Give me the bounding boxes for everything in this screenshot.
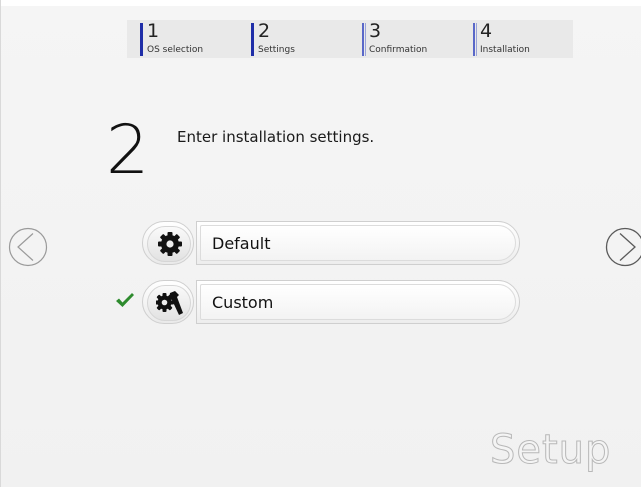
step-3: 3 Confirmation [349, 20, 460, 58]
option-default-label: Default [212, 234, 271, 253]
option-default-button[interactable]: Default [142, 221, 520, 265]
previous-button[interactable] [8, 227, 48, 267]
option-custom-button[interactable]: Custom [142, 280, 520, 324]
step-3-label: Confirmation [369, 45, 428, 55]
page-heading: Enter installation settings. [177, 128, 375, 146]
step-4-number: 4 [480, 20, 493, 42]
top-edge [1, 0, 641, 6]
option-default-icon-frame [142, 221, 194, 265]
option-custom-label-bg: Custom [200, 284, 516, 320]
selected-check-icon [115, 292, 135, 312]
setup-watermark: Setup [489, 427, 612, 473]
step-indicator: 1 OS selection 2 Settings 3 Confirmation… [127, 20, 573, 58]
step-1-bar [140, 23, 143, 56]
step-3-bar [362, 23, 366, 56]
option-custom-label: Custom [212, 293, 274, 312]
option-custom-icon-frame [142, 280, 194, 324]
chevron-left-icon [8, 227, 48, 267]
gear-icon [158, 232, 182, 256]
step-1: 1 OS selection [127, 20, 238, 58]
step-4-label: Installation [480, 45, 530, 55]
option-custom-label-frame: Custom [196, 280, 520, 324]
option-default-icon-bg [147, 226, 191, 262]
step-2: 2 Settings [238, 20, 349, 58]
setup-screen: 1 OS selection 2 Settings 3 Confirmation… [0, 0, 641, 487]
step-1-number: 1 [147, 20, 160, 42]
step-1-label: OS selection [147, 45, 204, 55]
option-default-label-frame: Default [196, 221, 520, 265]
option-default-label-bg: Default [200, 225, 516, 261]
current-step-number: 2 [106, 111, 150, 190]
option-custom-icon-bg [147, 285, 191, 321]
step-2-label: Settings [258, 45, 295, 55]
wrench-gear-icon [156, 291, 183, 315]
chevron-right-icon [605, 227, 641, 267]
step-4: 4 Installation [460, 20, 571, 58]
next-button[interactable] [605, 227, 641, 267]
step-3-number: 3 [369, 20, 382, 42]
step-2-number: 2 [258, 20, 271, 42]
step-4-bar [473, 23, 477, 56]
step-2-bar [251, 23, 254, 56]
